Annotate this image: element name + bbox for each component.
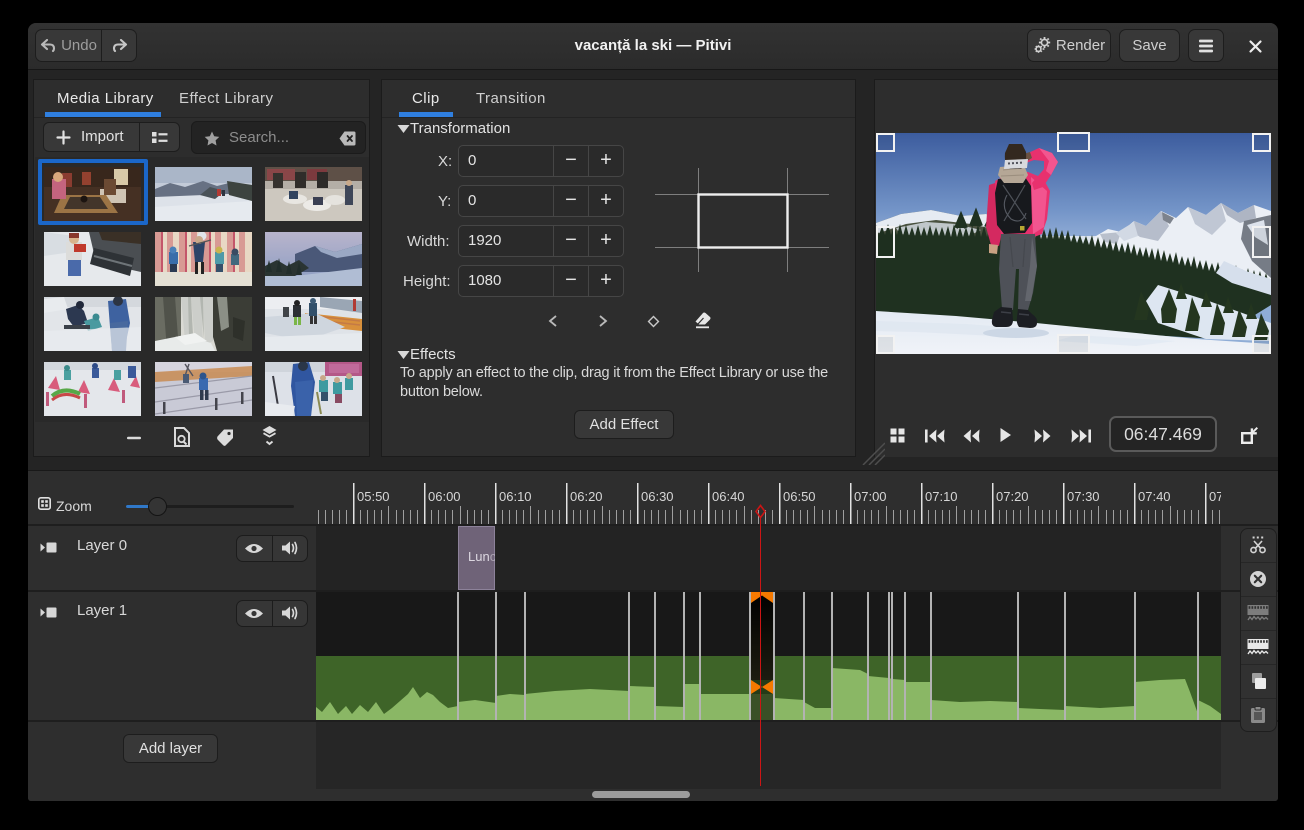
svg-text:07:40: 07:40 — [1138, 489, 1171, 504]
svg-text:07:10: 07:10 — [925, 489, 958, 504]
svg-text:06:50: 06:50 — [783, 489, 816, 504]
svg-text:07:30: 07:30 — [1067, 489, 1100, 504]
svg-text:07: 07 — [1209, 489, 1221, 504]
svg-text:07:20: 07:20 — [996, 489, 1029, 504]
svg-text:06:10: 06:10 — [499, 489, 532, 504]
svg-text:06:20: 06:20 — [570, 489, 603, 504]
svg-text:05:50: 05:50 — [357, 489, 390, 504]
svg-text:07:00: 07:00 — [854, 489, 887, 504]
svg-text:06:00: 06:00 — [428, 489, 461, 504]
svg-text:06:40: 06:40 — [712, 489, 745, 504]
svg-text:06:30: 06:30 — [641, 489, 674, 504]
